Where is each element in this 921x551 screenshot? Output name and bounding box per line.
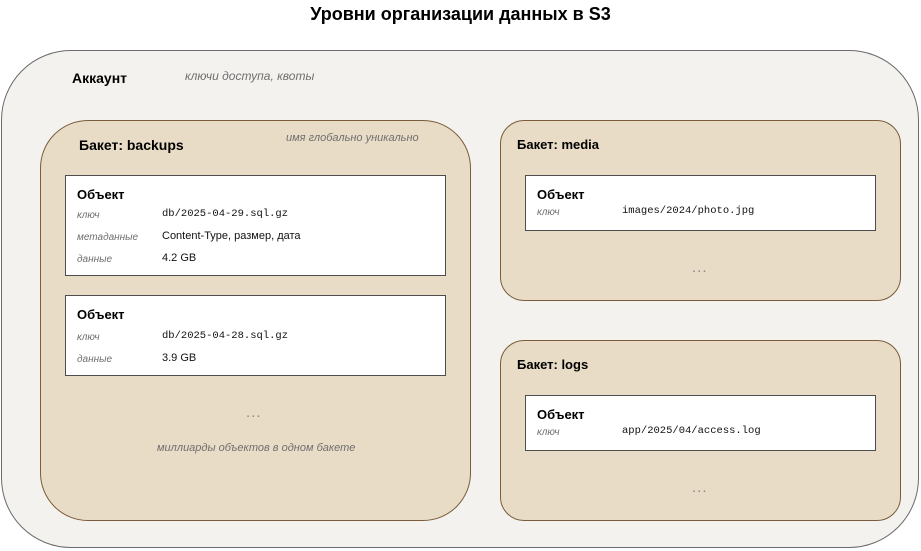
object-label: Объект — [77, 187, 125, 202]
account-note: ключи доступа, квоты — [185, 69, 315, 83]
bucket-media-label: Бакет: media — [517, 137, 600, 152]
object-key-label: ключ — [537, 207, 560, 218]
object-key-value: db/2025-04-28.sql.gz — [162, 330, 289, 342]
object-data-label: данные — [77, 354, 113, 365]
object-label: Объект — [537, 187, 585, 202]
object-card: Объект ключ images/2024/photo.jpg — [525, 175, 876, 231]
bucket-backups-footer-note: миллиарды объектов в одном бакете — [157, 442, 356, 454]
account-label: Аккаунт — [72, 70, 128, 86]
object-card: Объект ключ app/2025/04/access.log — [525, 395, 876, 451]
bucket-logs-label: Бакет: logs — [517, 357, 589, 372]
object-key-value: app/2025/04/access.log — [622, 425, 761, 437]
object-label: Объект — [537, 407, 585, 422]
bucket-backups-note: имя глобально уникально — [286, 132, 419, 144]
object-data-value: 4.2 GB — [162, 252, 197, 264]
object-card: Объект ключ db/2025-04-29.sql.gz метадан… — [65, 175, 446, 276]
object-key-label: ключ — [77, 332, 100, 343]
object-card: Объект ключ db/2025-04-28.sql.gz данные … — [65, 295, 446, 376]
object-data-value: 3.9 GB — [162, 352, 197, 364]
object-key-label: ключ — [537, 427, 560, 438]
object-metadata-value: Content-Type, размер, дата — [162, 230, 301, 242]
object-metadata-label: метаданные — [77, 232, 139, 243]
object-key-value: images/2024/photo.jpg — [622, 205, 755, 217]
object-data-label: данные — [77, 254, 113, 265]
more-objects-ellipsis: ... — [246, 404, 262, 421]
object-label: Объект — [77, 307, 125, 322]
more-objects-ellipsis: ... — [692, 259, 708, 276]
bucket-backups-label: Бакет: backups — [79, 137, 184, 153]
object-key-value: db/2025-04-29.sql.gz — [162, 208, 289, 220]
diagram-title: Уровни организации данных в S3 — [310, 4, 611, 24]
object-key-label: ключ — [77, 210, 100, 221]
more-objects-ellipsis: ... — [692, 479, 708, 496]
